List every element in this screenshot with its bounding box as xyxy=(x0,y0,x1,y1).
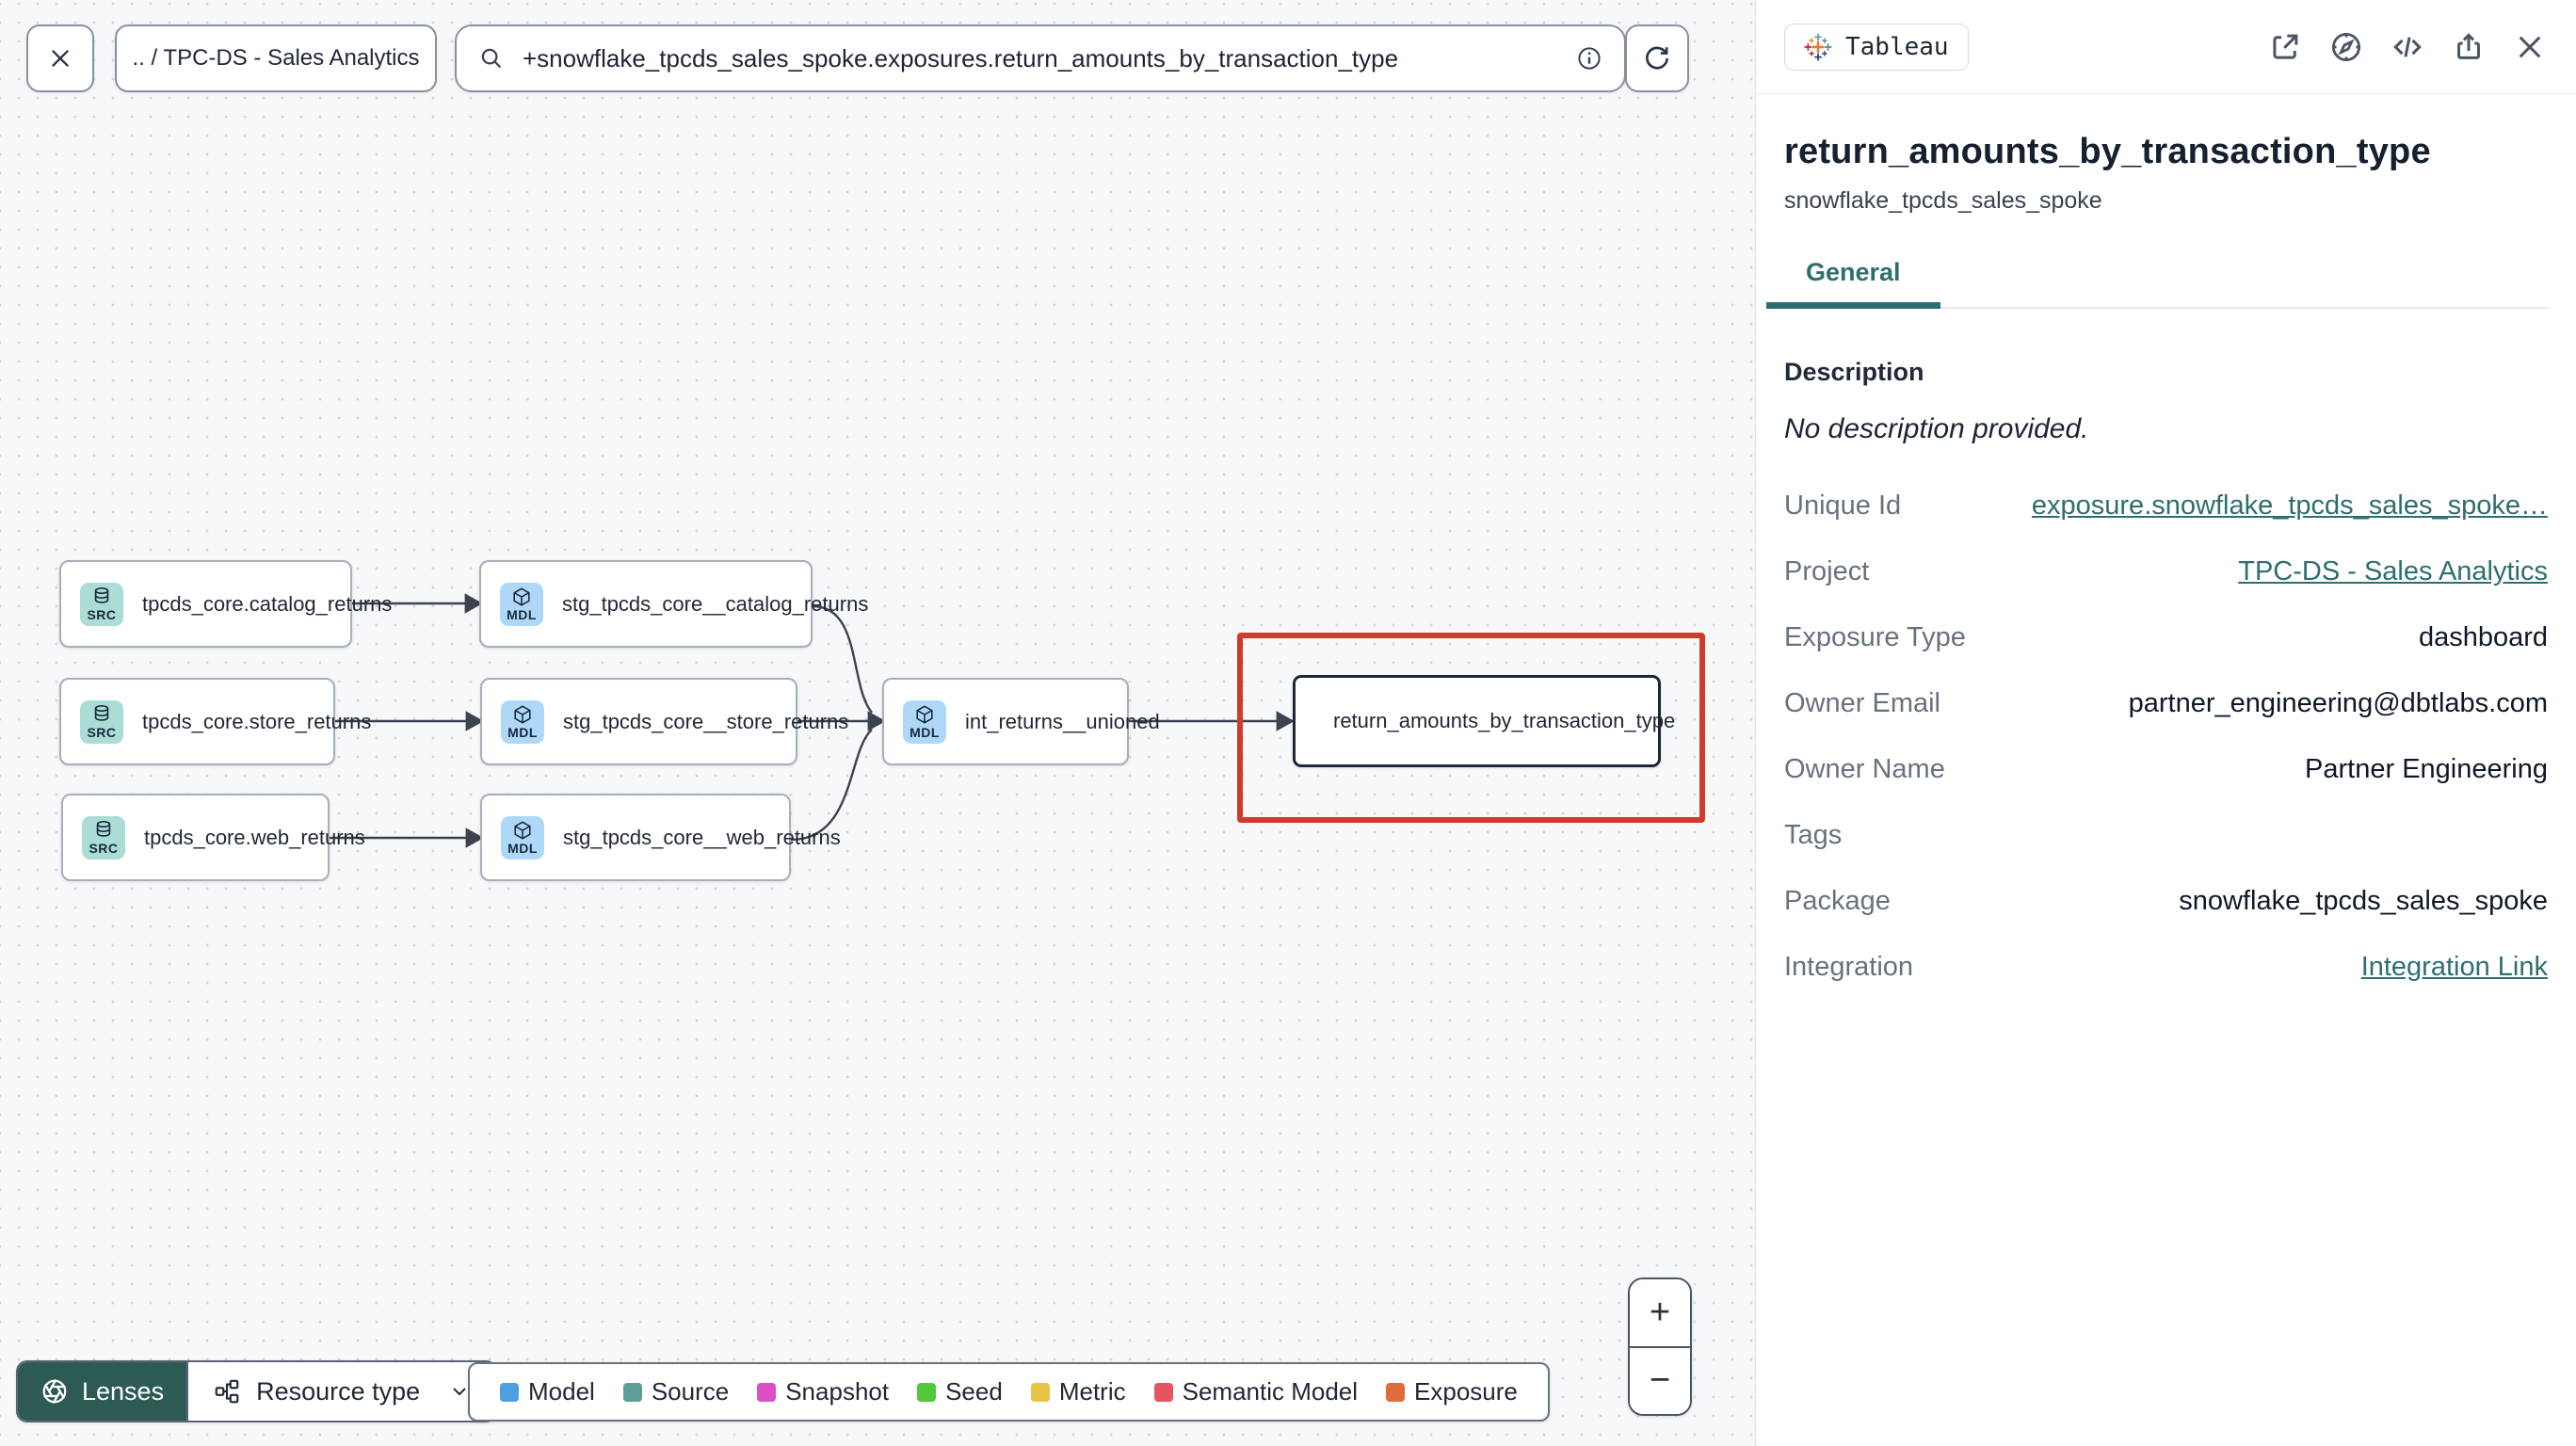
legend-swatch xyxy=(917,1382,937,1402)
close-icon xyxy=(52,50,69,67)
tableau-icon xyxy=(1804,33,1832,60)
legend-swatch xyxy=(1030,1382,1050,1402)
model-badge: MDL xyxy=(501,699,544,744)
legend-item: Snapshot xyxy=(757,1377,889,1406)
info-icon[interactable] xyxy=(1575,44,1603,72)
details-panel: Tableau return_amounts_by_transaction_ty… xyxy=(1755,0,2576,1446)
legend-swatch xyxy=(500,1382,519,1402)
legend-swatch xyxy=(1386,1382,1406,1402)
field-row-project: Project TPC-DS - Sales Analytics xyxy=(1784,556,2548,587)
model-badge: MDL xyxy=(903,699,946,744)
aperture-icon xyxy=(42,1379,67,1404)
cube-icon xyxy=(514,821,531,840)
database-icon xyxy=(94,705,109,721)
source-badge: SRC xyxy=(82,815,125,860)
breadcrumb[interactable]: .. / TPC-DS - Sales Analytics xyxy=(115,24,437,92)
tableau-integration-chip: Tableau xyxy=(1784,23,1969,71)
model-badge: MDL xyxy=(500,582,543,626)
details-panel-body: return_amounts_by_transaction_type snowf… xyxy=(1756,132,2576,983)
unique-id-link[interactable]: exposure.snowflake_tpcds_sales_spoke… xyxy=(2032,490,2548,522)
search-icon xyxy=(481,48,502,69)
close-panel-icon[interactable] xyxy=(2512,29,2548,65)
zoom-in-button[interactable]: + xyxy=(1630,1279,1690,1348)
canvas-toolbar: Lenses Resource type xyxy=(16,1360,498,1422)
field-row-integration: Integration Integration Link xyxy=(1784,952,2548,983)
node-model-int-returns-unioned[interactable]: MDL int_returns__unioned xyxy=(882,678,1160,765)
field-row-unique-id: Unique Id exposure.snowflake_tpcds_sales… xyxy=(1784,490,2548,522)
code-icon[interactable] xyxy=(2390,29,2425,65)
node-source-web-returns[interactable]: SRC tpcds_core.web_returns xyxy=(61,794,365,881)
field-row-tags: Tags xyxy=(1784,820,1843,850)
field-row-package: Package snowflake_tpcds_sales_spoke xyxy=(1784,886,2548,916)
node-model-stg-web-returns[interactable]: MDL stg_tpcds_core__web_returns xyxy=(480,794,841,881)
open-in-new-icon[interactable] xyxy=(2267,29,2303,65)
resource-type-label: Resource type xyxy=(256,1376,421,1406)
node-model-stg-store-returns[interactable]: MDL stg_tpcds_core__store_returns xyxy=(480,678,848,765)
node-exposure-return-amounts[interactable]: return_amounts_by_transaction_type xyxy=(1293,675,1675,767)
resource-title: return_amounts_by_transaction_type xyxy=(1784,132,2431,171)
legend-item: Source xyxy=(622,1377,729,1406)
search-input[interactable] xyxy=(523,43,1575,73)
description-empty-text: No description provided. xyxy=(1784,413,2089,444)
close-lineage-button[interactable] xyxy=(26,24,94,92)
refresh-icon xyxy=(1646,46,1668,70)
legend-item: Metric xyxy=(1030,1377,1126,1406)
explore-compass-icon[interactable] xyxy=(2328,29,2364,65)
cube-icon xyxy=(513,587,530,606)
tab-general[interactable]: General xyxy=(1766,258,1940,309)
node-label: tpcds_core.catalog_returns xyxy=(142,591,393,616)
description-heading: Description xyxy=(1784,358,1924,386)
breadcrumb-label: .. / TPC-DS - Sales Analytics xyxy=(132,45,420,71)
node-source-catalog-returns[interactable]: SRC tpcds_core.catalog_returns xyxy=(59,560,392,648)
node-label: int_returns__unioned xyxy=(965,709,1160,733)
details-panel-header: Tableau xyxy=(1756,0,2576,94)
lineage-canvas[interactable]: SRC tpcds_core.catalog_returns SRC tpcds… xyxy=(0,0,1755,1446)
field-row-owner-email: Owner Email partner_engineering@dbtlabs.… xyxy=(1784,688,2548,718)
refresh-lineage-button[interactable] xyxy=(1625,24,1689,92)
cube-icon xyxy=(916,705,933,724)
database-icon xyxy=(96,821,111,837)
node-label: stg_tpcds_core__web_returns xyxy=(563,825,841,849)
integration-chip-label: Tableau xyxy=(1845,32,1949,61)
field-row-owner-name: Owner Name Partner Engineering xyxy=(1784,754,2548,784)
node-source-store-returns[interactable]: SRC tpcds_core.store_returns xyxy=(59,678,371,765)
node-label: tpcds_core.store_returns xyxy=(142,709,372,733)
metadata-fields: Unique Id exposure.snowflake_tpcds_sales… xyxy=(1784,490,2548,983)
cube-icon xyxy=(514,705,531,724)
node-label: stg_tpcds_core__catalog_returns xyxy=(562,591,869,616)
panel-actions xyxy=(2267,29,2548,65)
legend-swatch xyxy=(757,1382,777,1402)
resource-type-icon xyxy=(215,1379,239,1404)
panel-tabs: General xyxy=(1766,258,2548,309)
node-label: tpcds_core.web_returns xyxy=(144,825,365,849)
lenses-button[interactable]: Lenses xyxy=(18,1362,187,1421)
legend-swatch xyxy=(622,1382,642,1402)
database-icon xyxy=(94,587,109,603)
node-model-stg-catalog-returns[interactable]: MDL stg_tpcds_core__catalog_returns xyxy=(479,560,868,648)
legend-item: Model xyxy=(500,1377,595,1406)
zoom-out-button[interactable]: − xyxy=(1630,1347,1690,1414)
legend-item: Seed xyxy=(917,1377,1003,1406)
integration-link[interactable]: Integration Link xyxy=(2361,952,2548,983)
node-label: return_amounts_by_transaction_type xyxy=(1333,709,1676,732)
legend-swatch xyxy=(1153,1382,1173,1402)
legend-item: Exposure xyxy=(1386,1377,1518,1406)
canvas-zoom-controls: + − xyxy=(1628,1277,1692,1416)
node-label: stg_tpcds_core__store_returns xyxy=(563,709,849,733)
source-badge: SRC xyxy=(80,699,123,744)
legend-item: Semantic Model xyxy=(1153,1377,1358,1406)
field-row-exposure-type: Exposure Type dashboard xyxy=(1784,622,2548,652)
resource-package-subtitle: snowflake_tpcds_sales_spoke xyxy=(1784,187,2102,214)
lineage-search-bar xyxy=(455,24,1626,92)
resource-type-dropdown[interactable]: Resource type xyxy=(186,1362,496,1421)
resource-type-legend: Model Source Snapshot Seed Metric Semant… xyxy=(468,1362,1550,1422)
source-badge: SRC xyxy=(80,582,123,626)
lenses-label: Lenses xyxy=(82,1376,165,1406)
share-icon[interactable] xyxy=(2451,29,2487,65)
model-badge: MDL xyxy=(501,815,544,860)
dbt-explorer-app: SRC tpcds_core.catalog_returns SRC tpcds… xyxy=(0,0,2576,1446)
project-link[interactable]: TPC-DS - Sales Analytics xyxy=(2238,556,2548,587)
